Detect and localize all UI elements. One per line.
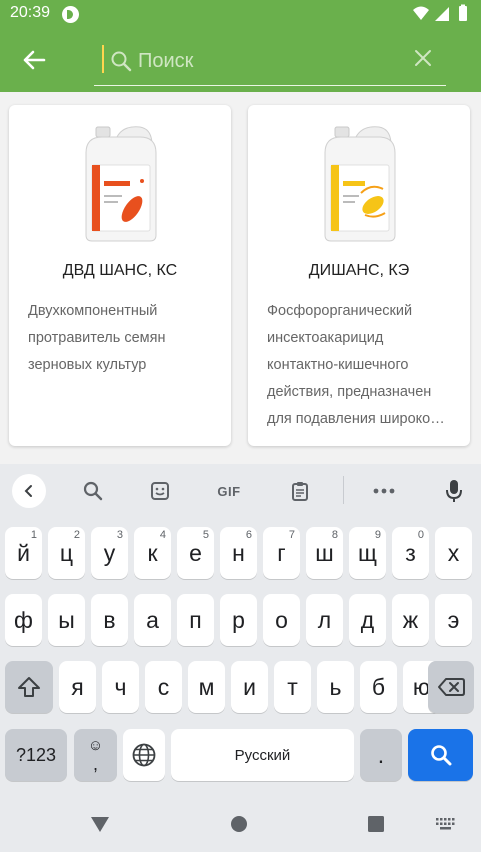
- search-icon[interactable]: [76, 474, 110, 508]
- key-м[interactable]: м: [188, 661, 225, 713]
- globe-icon: [132, 743, 156, 767]
- on-screen-keyboard: GIF й1 ц2 у3 к4 е5 н6 г7 ш8 щ9 з0 х ф ы …: [0, 464, 481, 796]
- collapse-icon[interactable]: [12, 474, 46, 508]
- space-key[interactable]: Русский: [171, 729, 354, 781]
- key-а[interactable]: а: [134, 594, 171, 646]
- key-о[interactable]: о: [263, 594, 300, 646]
- nav-back-icon[interactable]: [86, 810, 114, 838]
- product-canister-image: [85, 126, 157, 242]
- backspace-key[interactable]: [428, 661, 474, 713]
- search-input[interactable]: [138, 48, 398, 74]
- product-card[interactable]: ДВД ШАНС, КС Двухкомпонентный протравите…: [9, 105, 231, 446]
- clipboard-icon[interactable]: [283, 474, 317, 508]
- status-time: 20:39: [10, 4, 51, 21]
- toolbar-divider: [343, 476, 344, 504]
- battery-icon: [459, 6, 467, 21]
- product-name: ДИШАНС, КЭ: [308, 262, 410, 279]
- system-nav-bar: [0, 796, 481, 852]
- nav-home-icon[interactable]: [225, 810, 253, 838]
- emoji-icon: ☺: [87, 737, 104, 754]
- status-bar: 20:39: [0, 0, 481, 28]
- signal-icon: [435, 7, 449, 21]
- status-icons: [413, 4, 467, 21]
- key-с[interactable]: с: [145, 661, 182, 713]
- key-т[interactable]: т: [274, 661, 311, 713]
- keyboard-toolbar: GIF: [0, 464, 481, 516]
- key-ф[interactable]: ф: [5, 594, 42, 646]
- key-н[interactable]: н6: [220, 527, 257, 579]
- clear-icon[interactable]: [412, 47, 434, 69]
- comma-label: ,: [92, 754, 98, 774]
- product-card[interactable]: ДИШАНС, КЭ Фосфорорганический инсектоака…: [248, 105, 470, 446]
- key-ж[interactable]: ж: [392, 594, 429, 646]
- key-й[interactable]: й1: [5, 527, 42, 579]
- keyboard-switch-icon[interactable]: [432, 810, 460, 838]
- text-cursor: [102, 45, 104, 73]
- language-key[interactable]: [123, 729, 165, 781]
- key-к[interactable]: к4: [134, 527, 171, 579]
- sticker-icon[interactable]: [143, 474, 177, 508]
- key-п[interactable]: п: [177, 594, 214, 646]
- key-р[interactable]: р: [220, 594, 257, 646]
- shift-icon: [18, 677, 40, 697]
- product-description: Двухкомпонентный протравитель семян зерн…: [28, 303, 166, 373]
- key-б[interactable]: б: [360, 661, 397, 713]
- search-field[interactable]: [94, 40, 446, 86]
- search-icon: [430, 745, 451, 766]
- more-icon[interactable]: [367, 474, 401, 508]
- key-д[interactable]: д: [349, 594, 386, 646]
- mic-icon[interactable]: [437, 474, 471, 508]
- emoji-key[interactable]: ☺ ,: [74, 729, 117, 781]
- key-ы[interactable]: ы: [48, 594, 85, 646]
- key-щ[interactable]: щ9: [349, 527, 386, 579]
- back-arrow-icon[interactable]: [18, 44, 50, 76]
- gif-label: GIF: [217, 483, 241, 499]
- key-и[interactable]: и: [231, 661, 268, 713]
- symbols-key[interactable]: ?123: [5, 729, 67, 781]
- product-description: Фосфорорганический инсектоакарицид конта…: [267, 303, 445, 427]
- key-ч[interactable]: ч: [102, 661, 139, 713]
- product-canister-image: [324, 126, 396, 242]
- search-app-bar: [0, 28, 481, 92]
- nav-recents-icon[interactable]: [362, 810, 390, 838]
- app-notification-icon: [62, 6, 79, 23]
- product-name: ДВД ШАНС, КС: [62, 262, 178, 279]
- key-в[interactable]: в: [91, 594, 128, 646]
- backspace-icon: [438, 678, 465, 696]
- key-х[interactable]: х: [435, 527, 472, 579]
- product-grid: ДВД ШАНС, КС Двухкомпонентный протравите…: [0, 92, 481, 464]
- period-key[interactable]: .: [360, 729, 402, 781]
- gif-button[interactable]: GIF: [212, 474, 246, 508]
- key-л[interactable]: л: [306, 594, 343, 646]
- shift-key[interactable]: [5, 661, 53, 713]
- wifi-icon: [413, 6, 429, 20]
- key-у[interactable]: у3: [91, 527, 128, 579]
- key-э[interactable]: э: [435, 594, 472, 646]
- key-я[interactable]: я: [59, 661, 96, 713]
- search-icon: [111, 51, 132, 72]
- key-ц[interactable]: ц2: [48, 527, 85, 579]
- search-action-key[interactable]: [408, 729, 473, 781]
- key-ш[interactable]: ш8: [306, 527, 343, 579]
- key-г[interactable]: г7: [263, 527, 300, 579]
- key-з[interactable]: з0: [392, 527, 429, 579]
- key-ь[interactable]: ь: [317, 661, 354, 713]
- key-е[interactable]: е5: [177, 527, 214, 579]
